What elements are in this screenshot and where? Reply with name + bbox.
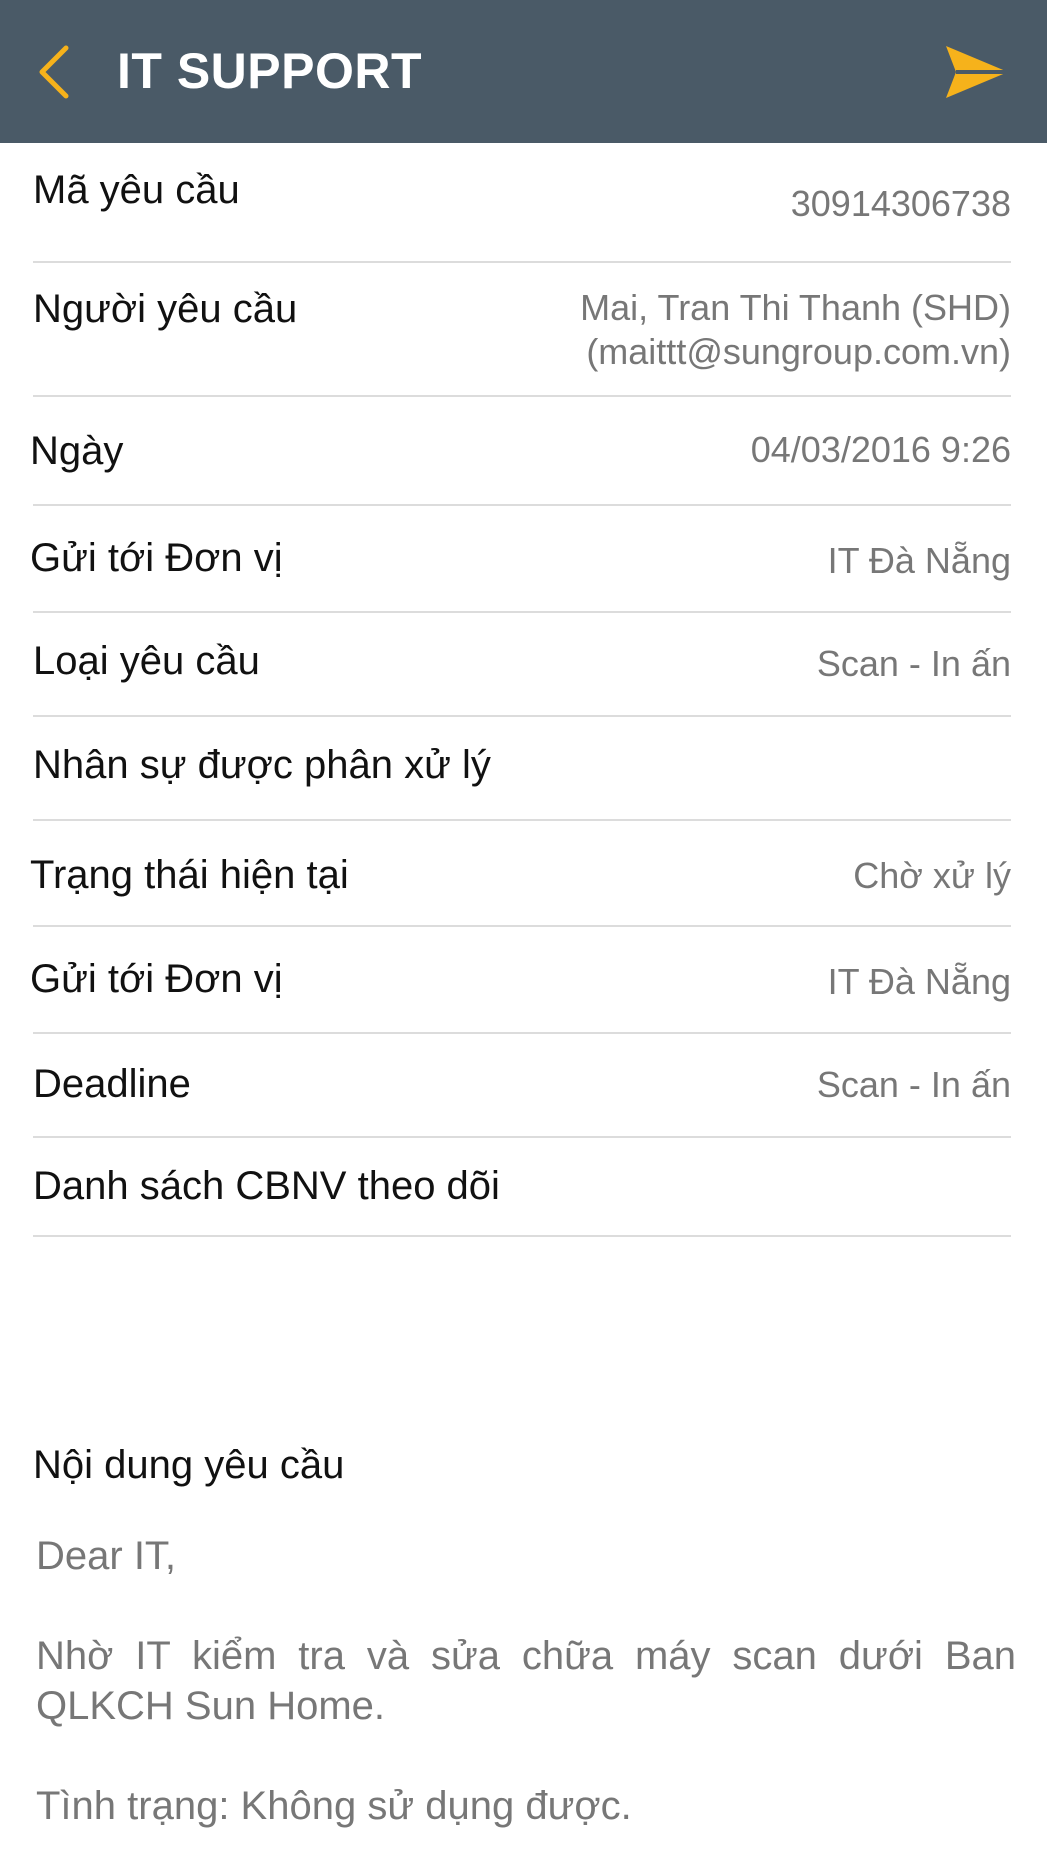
field-value-name: Mai, Tran Thi Thanh (SHD) (580, 287, 1011, 328)
field-row-requester: Người yêu cầu Mai, Tran Thi Thanh (SHD) … (33, 263, 1011, 397)
page-title: IT SUPPORT (117, 43, 423, 99)
request-content-label: Nội dung yêu cầu (33, 1443, 345, 1487)
field-row-followers[interactable]: Danh sách CBNV theo dõi (33, 1138, 1011, 1237)
field-label: Ngày (30, 429, 124, 473)
field-value: 04/03/2016 9:26 (750, 429, 1011, 470)
field-row-send-to-unit[interactable]: Gửi tới Đơn vị IT Đà Nẵng (30, 927, 1011, 1034)
field-label: Nhân sự được phân xử lý (33, 743, 491, 787)
field-label: Trạng thái hiện tại (30, 853, 349, 897)
field-value-email: (maittt@sungroup.com.vn) (586, 331, 1011, 372)
field-value: IT Đà Nẵng (827, 540, 1011, 581)
request-content-paragraph: Nhờ IT kiểm tra và sửa chữa máy scan dướ… (36, 1634, 1016, 1728)
field-row-deadline[interactable]: Deadline Scan - In ấn (33, 1034, 1011, 1138)
request-content-greeting: Dear IT, (36, 1534, 177, 1578)
field-label: Deadline (33, 1062, 191, 1106)
send-icon (946, 46, 1008, 98)
chevron-left-icon (39, 45, 69, 99)
field-row-request-type[interactable]: Loại yêu cầu Scan - In ấn (33, 613, 1011, 717)
nav-bar: IT SUPPORT (0, 0, 1047, 143)
request-detail: Mã yêu cầu 30914306738 Người yêu cầu Mai… (0, 143, 1047, 1237)
field-label: Danh sách CBNV theo dõi (33, 1164, 500, 1208)
field-row-send-to-unit[interactable]: Gửi tới Đơn vị IT Đà Nẵng (30, 506, 1011, 613)
field-value: IT Đà Nẵng (827, 961, 1011, 1002)
field-value: Scan - In ấn (816, 1064, 1011, 1105)
field-row-request-id: Mã yêu cầu 30914306738 (33, 143, 1011, 263)
field-label: Gửi tới Đơn vị (30, 536, 283, 580)
request-content-status: Tình trạng: Không sử dụng được. (36, 1784, 632, 1828)
field-value: 30914306738 (790, 183, 1011, 224)
send-button[interactable] (939, 40, 1015, 104)
back-button[interactable] (30, 40, 78, 104)
field-label: Gửi tới Đơn vị (30, 957, 283, 1001)
field-value: Chờ xử lý (853, 855, 1011, 896)
field-value: Scan - In ấn (816, 643, 1011, 684)
field-label: Mã yêu cầu (33, 168, 240, 212)
field-row-current-status: Trạng thái hiện tại Chờ xử lý (30, 821, 1011, 927)
field-row-assignee[interactable]: Nhân sự được phân xử lý (33, 717, 1011, 821)
field-row-date: Ngày 04/03/2016 9:26 (30, 397, 1011, 506)
field-label: Người yêu cầu (33, 287, 298, 331)
field-label: Loại yêu cầu (33, 639, 260, 683)
